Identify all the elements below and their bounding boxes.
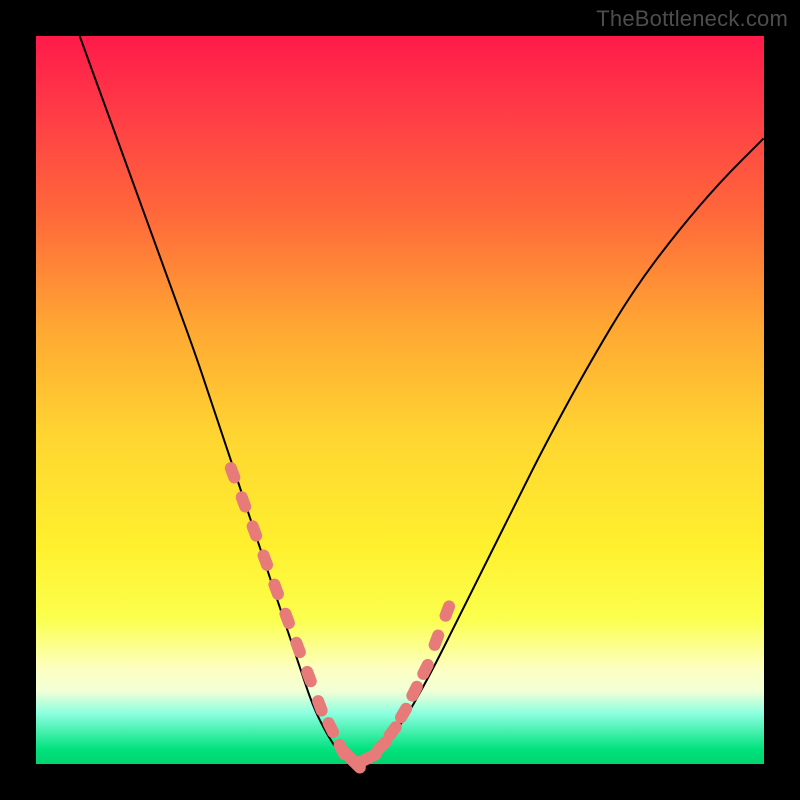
curve-marker [245,519,264,544]
curve-marker [234,489,253,514]
curve-marker [223,460,242,485]
chart-plot-area [36,36,764,764]
bottleneck-curve [80,36,764,762]
curve-marker [289,635,308,660]
curve-marker [267,577,286,602]
curve-marker [438,599,457,624]
chart-svg [36,36,764,764]
watermark-text: TheBottleneck.com [596,6,788,32]
curve-marker [256,548,275,573]
marker-group [223,460,457,776]
